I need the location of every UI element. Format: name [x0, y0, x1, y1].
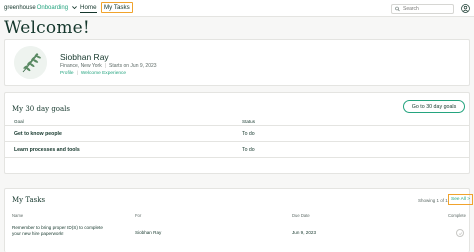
goal-status: To do: [242, 131, 255, 137]
profile-name: Siobhan Ray: [60, 52, 109, 62]
goal-status: To do: [242, 147, 255, 153]
goals-table: Goal Status Get to know people To do Lea…: [5, 117, 469, 158]
check-icon: [458, 231, 462, 235]
tasks-table-header: Name For Due Date Complete: [5, 212, 469, 220]
plant-illustration: [14, 46, 47, 79]
task-for: Siobhan Ray: [135, 230, 162, 235]
avatar: [14, 46, 47, 79]
table-row[interactable]: Get to know people To do: [5, 126, 469, 142]
separator: |: [104, 63, 107, 69]
tasks-title: My Tasks: [12, 196, 46, 204]
goals-title: My 30 day goals: [12, 105, 71, 113]
profile-link[interactable]: Profile: [60, 71, 74, 76]
table-row[interactable]: Remember to bring proper ID(S) to comple…: [5, 222, 469, 244]
profile-department: Finance, New York: [60, 63, 102, 69]
user-menu-icon[interactable]: [461, 4, 470, 13]
column-header-status: Status: [242, 119, 256, 124]
column-header-complete: Complete: [448, 213, 466, 218]
search-box[interactable]: [391, 4, 454, 14]
top-navigation: greenhouse Onboarding Home My Tasks: [0, 0, 474, 17]
chevron-down-icon: [72, 6, 77, 10]
tasks-card: My Tasks Showing 1 of 1 See All > Name F…: [4, 188, 474, 252]
brand-switcher[interactable]: greenhouse Onboarding: [4, 4, 78, 11]
goal-name: Get to know people: [14, 131, 62, 137]
nav-my-tasks-link[interactable]: My Tasks: [101, 2, 133, 13]
nav-home-link[interactable]: Home: [80, 4, 97, 13]
goal-name: Learn processes and tools: [14, 147, 80, 153]
showing-count: Showing 1 of 1: [418, 198, 448, 203]
go-to-goals-button[interactable]: Go to 30 day goals: [403, 100, 465, 113]
complete-task-toggle[interactable]: [456, 229, 464, 237]
search-icon: [395, 6, 400, 12]
brand-product: Onboarding: [36, 4, 69, 11]
column-header-due-date: Due Date: [292, 213, 310, 218]
column-header-name: Name: [12, 213, 24, 218]
welcome-experience-link[interactable]: Welcome Experience: [81, 71, 126, 76]
goals-card: My 30 day goals Go to 30 day goals Goal …: [4, 92, 470, 174]
page-title: Welcome!: [4, 18, 90, 38]
brand-name: greenhouse: [4, 4, 36, 11]
profile-card: Siobhan Ray Finance, New York | Starts o…: [4, 39, 470, 86]
profile-links: Profile | Welcome Experience: [60, 71, 126, 76]
search-input[interactable]: [403, 6, 453, 12]
profile-meta: Finance, New York | Starts on Jun 9, 202…: [60, 63, 157, 69]
task-name: Remember to bring proper ID(S) to comple…: [12, 225, 103, 236]
task-due-date: Jun 9, 2023: [292, 230, 317, 235]
table-row[interactable]: Learn processes and tools To do: [5, 142, 469, 158]
table-header: Goal Status: [5, 117, 469, 126]
profile-start-date: Starts on Jun 9, 2023: [109, 63, 157, 69]
column-header-for: For: [135, 213, 142, 218]
column-header-goal: Goal: [14, 119, 24, 124]
see-all-link[interactable]: See All >: [448, 194, 474, 205]
separator: |: [76, 71, 78, 76]
